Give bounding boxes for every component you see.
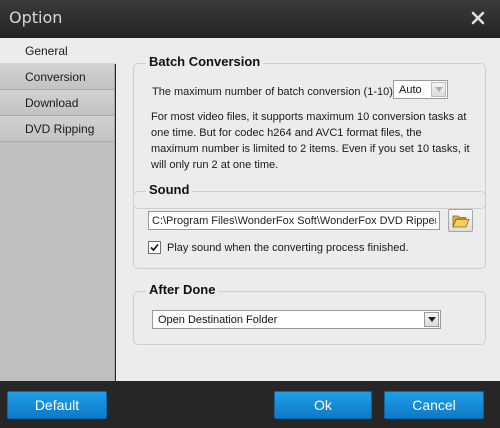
sound-title: Sound [146, 182, 193, 197]
general-settings-panel: Batch Conversion The maximum number of b… [116, 38, 500, 381]
chevron-down-icon [424, 312, 439, 327]
sidebar-item-label: DVD Ripping [25, 122, 95, 136]
close-button[interactable] [468, 8, 488, 28]
after-done-section: After Done Open Destination Folder [133, 282, 486, 345]
cancel-button[interactable]: Cancel [384, 391, 484, 419]
browse-folder-button[interactable] [448, 209, 473, 232]
sound-section: Sound Play sound when the converting pro… [133, 182, 486, 269]
sidebar-item-label: Download [25, 96, 79, 110]
sidebar-item-label: General [25, 44, 68, 58]
folder-open-icon [451, 215, 470, 227]
sidebar-item-conversion[interactable]: Conversion [0, 64, 114, 90]
sidebar-item-dvd-ripping[interactable]: DVD Ripping [0, 116, 114, 142]
batch-max-select[interactable]: Auto [393, 80, 448, 99]
after-done-select[interactable]: Open Destination Folder [152, 310, 441, 329]
default-button[interactable]: Default [7, 391, 107, 419]
sound-path-field[interactable] [148, 211, 440, 230]
window-title: Option [9, 8, 63, 27]
close-icon [471, 11, 485, 25]
dialog-button-bar: Default Ok Cancel [0, 381, 500, 428]
after-done-value: Open Destination Folder [158, 314, 278, 326]
title-bar: Option [0, 0, 500, 38]
sidebar-item-label: Conversion [25, 70, 86, 84]
batch-conversion-title: Batch Conversion [146, 54, 264, 69]
ok-button[interactable]: Ok [274, 391, 372, 419]
batch-description: For most video files, it supports maximu… [151, 111, 470, 171]
batch-max-label: The maximum number of batch conversion (… [152, 86, 399, 98]
play-sound-checkbox[interactable] [148, 241, 161, 254]
checkmark-icon [150, 243, 159, 252]
sidebar-item-general[interactable]: General [0, 38, 116, 64]
after-done-title: After Done [146, 282, 219, 297]
chevron-down-icon [431, 82, 446, 97]
play-sound-label: Play sound when the converting process f… [167, 241, 409, 254]
batch-max-value: Auto [399, 84, 422, 96]
sidebar: General Conversion Download DVD Ripping [0, 38, 116, 381]
sidebar-item-download[interactable]: Download [0, 90, 114, 116]
play-sound-checkbox-row[interactable]: Play sound when the converting process f… [148, 241, 409, 254]
